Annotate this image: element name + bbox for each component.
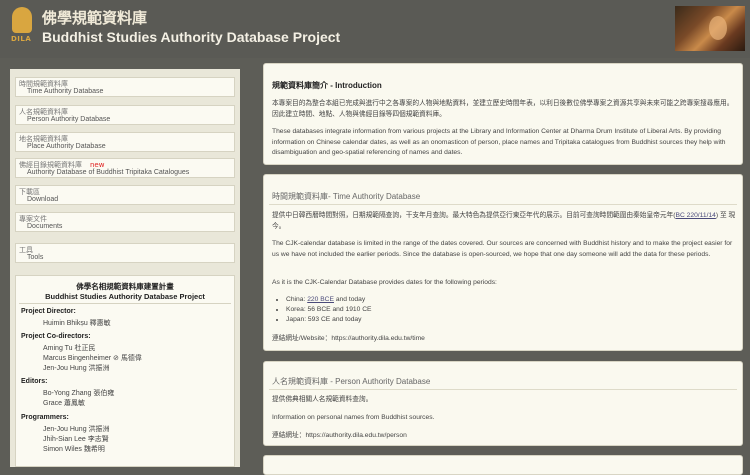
date-link[interactable]: 220 BCE: [307, 296, 334, 303]
site-title-zh: 佛學規範資料庫: [42, 9, 148, 27]
divider: [269, 204, 737, 205]
sidebar: 時間規範資料庫 Time Authority Database 人名規範資料庫 …: [10, 69, 240, 467]
person-text-zh: 提供佛典相關人名規範資料查詢。: [272, 396, 373, 403]
periods-list: China: 220 BCE and today Korea: 56 BCE a…: [272, 295, 372, 325]
time-text-zh: 提供中日韓西曆時間對照，日期規範隔查詢，干支年月查詢。最大特色為提供亞行東亞年代…: [272, 212, 736, 230]
time-text-en: The CJK-calendar database is limited in …: [272, 240, 733, 258]
sidebar-item-tools[interactable]: 工具 Tools: [15, 243, 235, 263]
person-website: 連結網址：https://authority.dila.edu.tw/perso…: [272, 432, 407, 439]
dila-logo[interactable]: DILA: [11, 7, 35, 43]
sidebar-item-label-en: Person Authority Database: [27, 116, 111, 123]
codirector-name: Aming Tu 杜正民: [43, 345, 96, 352]
editors-label: Editors:: [21, 378, 48, 385]
programmer-name: Simon Wiles 魏希明: [43, 446, 105, 453]
sidebar-item-label-en: Download: [27, 196, 59, 203]
sidebar-item-label-en: Documents: [27, 223, 63, 230]
person-card: 人名規範資料庫 - Person Authority Database 提供佛典…: [263, 361, 743, 446]
sidebar-item-documents[interactable]: 專案文件 Documents: [15, 212, 235, 232]
codirector-name: Jen-Jou Hung 洪振洲: [43, 365, 110, 372]
programmers-label: Programmers:: [21, 414, 69, 421]
sidebar-item-place[interactable]: 地名規範資料庫 Place Authority Database: [15, 132, 235, 152]
programmer-name: Jhih-Sian Lee 李志賢: [43, 436, 109, 443]
list-item: China: 220 BCE and today: [286, 295, 372, 305]
sidebar-item-person[interactable]: 人名規範資料庫 Person Authority Database: [15, 105, 235, 125]
place-card: [263, 455, 743, 475]
project-credits: 佛學名相規範資料庫建置計畫 Buddhist Studies Authority…: [15, 275, 235, 467]
header: DILA 佛學規範資料庫 Buddhist Studies Authority …: [0, 0, 750, 58]
codirector-name: Marcus Bingenheimer ⊘ 馬德偉: [43, 355, 142, 362]
divider: [269, 389, 737, 390]
header-photo: [675, 6, 745, 51]
list-item: Korea: 56 BCE and 1910 CE: [286, 305, 372, 315]
person-website-link[interactable]: https://authority.dila.edu.tw/person: [305, 432, 406, 439]
sidebar-item-label-en: Place Authority Database: [27, 143, 106, 150]
editor-name: Bo-Yong Zhang 張伯雍: [43, 390, 115, 397]
list-item: Japan: 593 CE and today: [286, 315, 372, 325]
director-label: Project Director:: [21, 308, 76, 315]
time-website-link[interactable]: https://authority.dila.edu.tw/time: [331, 335, 425, 342]
sidebar-item-label-en: Authority Database of Buddhist Tripitaka…: [27, 169, 190, 176]
new-badge: new: [90, 161, 105, 169]
hand-logo-icon: [12, 7, 32, 33]
date-link[interactable]: BC 220/11/14: [675, 212, 715, 219]
sidebar-item-download[interactable]: 下載區 Download: [15, 185, 235, 205]
time-periods-intro: As it is the CJK-Calendar Database provi…: [272, 279, 497, 286]
sidebar-item-catalogues[interactable]: 佛經目錄規範資料庫 new Authority Database of Buddh…: [15, 158, 235, 178]
time-heading: 時間規範資料庫- Time Authority Database: [272, 192, 421, 201]
codirectors-label: Project Co-directors:: [21, 333, 91, 340]
editor-name: Grace 蕭鳳敏: [43, 400, 86, 407]
intro-heading: 規範資料庫簡介 - Introduction: [272, 81, 382, 90]
director-name: Huimin Bhikṣu 釋惠敏: [43, 320, 111, 327]
credits-title-zh: 佛學名相規範資料庫建置計畫: [76, 282, 174, 291]
programmer-name: Jen-Jou Hung 洪振洲: [43, 426, 110, 433]
intro-text-en: These databases integrate information fr…: [272, 128, 726, 156]
credits-title-en: Buddhist Studies Authority Database Proj…: [45, 292, 205, 301]
intro-card: 規範資料庫簡介 - Introduction 本專案目的為整合本組已完成與進行中…: [263, 63, 743, 165]
divider: [19, 303, 231, 304]
time-website: 連結網址/Website：https://authority.dila.edu.…: [272, 335, 425, 342]
intro-text-zh: 本專案目的為整合本組已完成與進行中之各專案的人物與地點資料，並建立歷史時間年表，…: [272, 100, 734, 118]
site-title-en: Buddhist Studies Authority Database Proj…: [42, 29, 341, 45]
logo-text: DILA: [11, 35, 32, 43]
sidebar-item-label-en: Tools: [27, 254, 44, 261]
person-text-en: Information on personal names from Buddh…: [272, 414, 435, 421]
time-card: 時間規範資料庫- Time Authority Database 提供中日韓西曆…: [263, 174, 743, 351]
person-heading: 人名規範資料庫 - Person Authority Database: [272, 377, 431, 386]
sidebar-item-time[interactable]: 時間規範資料庫 Time Authority Database: [15, 77, 235, 97]
sidebar-item-label-en: Time Authority Database: [27, 88, 104, 95]
